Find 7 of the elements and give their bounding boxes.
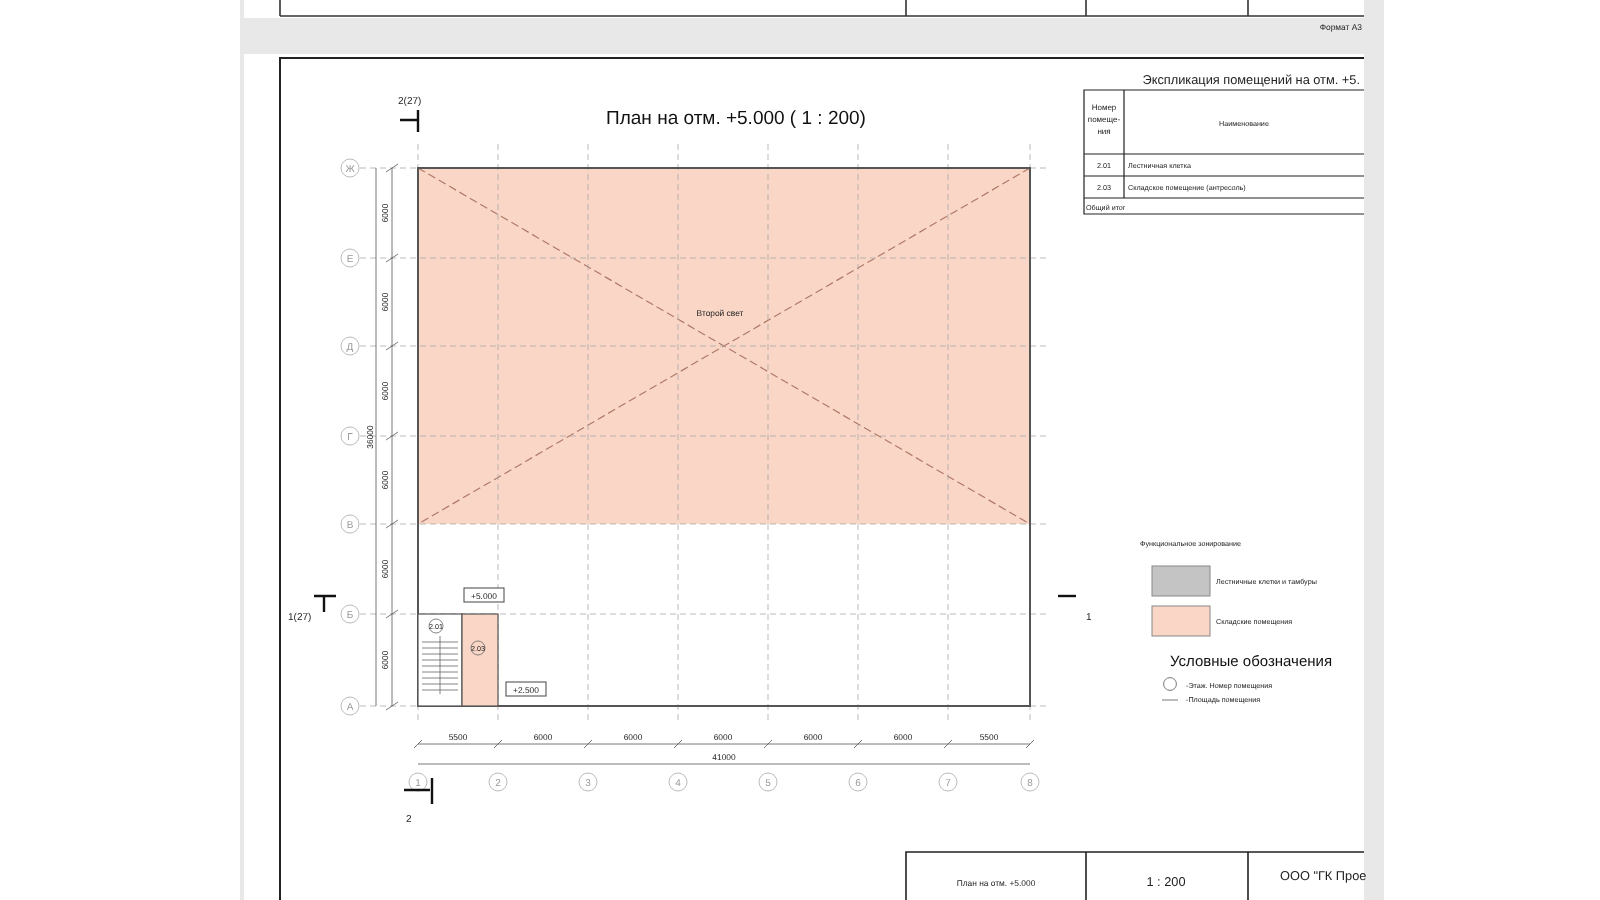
plan-title: План на отм. +5.000 ( 1 : 200): [606, 108, 866, 130]
section-arrow: [402, 776, 434, 806]
room-tag-symbol-icon: [1161, 677, 1179, 701]
section-arrow: [398, 108, 420, 134]
storage-room: [461, 613, 499, 707]
stair-drawing: [421, 635, 459, 695]
section-arrow: [312, 594, 338, 614]
